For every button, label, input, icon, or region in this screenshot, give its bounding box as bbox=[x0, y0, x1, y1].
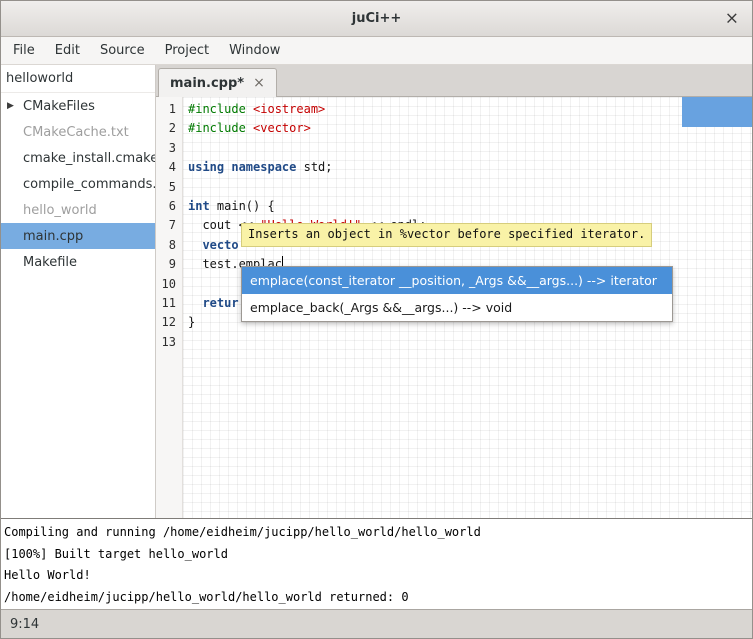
project-root-label[interactable]: helloworld bbox=[1, 65, 155, 93]
tree-item-main-cpp[interactable]: main.cpp bbox=[1, 223, 155, 249]
tree-item-label: main.cpp bbox=[23, 229, 83, 244]
menu-item-file[interactable]: File bbox=[3, 37, 45, 64]
output-line: /home/eidheim/jucipp/hello_world/hello_w… bbox=[4, 587, 752, 609]
expander-icon[interactable]: ▶ bbox=[7, 101, 14, 111]
code-line-5[interactable] bbox=[188, 178, 752, 197]
code-line-2[interactable]: #include <vector> bbox=[188, 119, 752, 138]
tree-item-makefile[interactable]: Makefile bbox=[1, 249, 155, 275]
code-segment: } bbox=[188, 315, 195, 329]
cursor-position: 9:14 bbox=[10, 617, 39, 632]
line-number: 9 bbox=[156, 255, 176, 274]
line-number-gutter: 12345678910111213 bbox=[156, 97, 183, 518]
editor-pane: main.cpp*× 12345678910111213 #include <i… bbox=[156, 65, 752, 518]
line-number: 6 bbox=[156, 197, 176, 216]
code-segment bbox=[246, 102, 253, 116]
code-segment: <iostream> bbox=[253, 102, 325, 116]
tree-item-hello-world[interactable]: hello_world bbox=[1, 197, 155, 223]
line-number: 2 bbox=[156, 119, 176, 138]
tree-item-label: cmake_install.cmake bbox=[23, 151, 155, 166]
code-segment bbox=[246, 121, 253, 135]
menu-item-source[interactable]: Source bbox=[90, 37, 155, 64]
code-segment: vecto bbox=[202, 238, 238, 252]
tree-item-label: CMakeFiles bbox=[23, 99, 95, 114]
completion-item[interactable]: emplace(const_iterator __position, _Args… bbox=[242, 267, 672, 294]
tree-item-compile-commands[interactable]: compile_commands. bbox=[1, 171, 155, 197]
code-line-4[interactable]: using namespace std; bbox=[188, 158, 752, 177]
menu-item-window[interactable]: Window bbox=[219, 37, 290, 64]
code-segment: #include bbox=[188, 102, 246, 116]
menu-bar: FileEditSourceProjectWindow bbox=[1, 37, 752, 65]
code-segment: retur bbox=[202, 296, 238, 310]
code-segment: int bbox=[188, 199, 210, 213]
title-bar[interactable]: juCi++ × bbox=[1, 1, 752, 37]
tree-item-cmakecache-txt[interactable]: CMakeCache.txt bbox=[1, 119, 155, 145]
output-line: Hello World! bbox=[4, 565, 752, 587]
code-segment bbox=[188, 238, 202, 252]
menu-item-project[interactable]: Project bbox=[155, 37, 219, 64]
code-line-3[interactable] bbox=[188, 139, 752, 158]
status-bar: 9:14 bbox=[1, 609, 752, 638]
completion-item[interactable]: emplace_back(_Args &&__args...) --> void bbox=[242, 294, 672, 321]
line-number: 5 bbox=[156, 178, 176, 197]
line-number: 13 bbox=[156, 333, 176, 352]
line-number: 1 bbox=[156, 100, 176, 119]
line-number: 8 bbox=[156, 236, 176, 255]
output-line: Compiling and running /home/eidheim/juci… bbox=[4, 522, 752, 544]
line-number: 12 bbox=[156, 313, 176, 332]
tree-item-cmakefiles[interactable]: ▶ CMakeFiles bbox=[1, 93, 155, 119]
tab-main-cpp[interactable]: main.cpp* × bbox=[158, 68, 277, 97]
doc-tooltip: Inserts an object in %vector before spec… bbox=[241, 223, 652, 247]
code-segment: std; bbox=[296, 160, 332, 174]
code-segment bbox=[188, 296, 202, 310]
tree-item-label: hello_world bbox=[23, 203, 97, 218]
line-number: 10 bbox=[156, 275, 176, 294]
code-segment: <vector> bbox=[253, 121, 311, 135]
tree-item-label: compile_commands. bbox=[23, 177, 155, 192]
file-sidebar: helloworld ▶ CMakeFiles CMakeCache.txt cmak… bbox=[1, 65, 156, 518]
window-title: juCi++ bbox=[352, 11, 402, 26]
line-number: 3 bbox=[156, 139, 176, 158]
app-window: juCi++ × FileEditSourceProjectWindow hel… bbox=[0, 0, 753, 639]
output-panel: Compiling and running /home/eidheim/juci… bbox=[1, 518, 752, 609]
tab-close-icon[interactable]: × bbox=[253, 76, 265, 90]
code-segment: using namespace bbox=[188, 160, 296, 174]
line-number: 7 bbox=[156, 216, 176, 235]
code-line-6[interactable]: int main() { bbox=[188, 197, 752, 216]
output-line: [100%] Built target hello_world bbox=[4, 544, 752, 566]
line-number: 4 bbox=[156, 158, 176, 177]
tab-bar: main.cpp* × bbox=[156, 65, 752, 97]
tab-label: main.cpp* bbox=[170, 76, 244, 91]
tree-item-label: Makefile bbox=[23, 255, 77, 270]
completion-popup: emplace(const_iterator __position, _Args… bbox=[241, 266, 673, 322]
code-segment: #include bbox=[188, 121, 246, 135]
tree-item-cmake-install-cmake[interactable]: cmake_install.cmake bbox=[1, 145, 155, 171]
menu-item-edit[interactable]: Edit bbox=[45, 37, 90, 64]
line-number: 11 bbox=[156, 294, 176, 313]
close-icon[interactable]: × bbox=[725, 10, 739, 27]
editor-area[interactable]: 12345678910111213 #include <iostream>#in… bbox=[156, 97, 752, 518]
tree-item-label: CMakeCache.txt bbox=[23, 125, 129, 140]
code-segment: main() { bbox=[210, 199, 275, 213]
file-tree: ▶ CMakeFiles CMakeCache.txt cmake_install.c… bbox=[1, 93, 155, 518]
scrollbar-thumb[interactable] bbox=[682, 97, 752, 127]
code-line-13[interactable] bbox=[188, 333, 752, 352]
code-line-1[interactable]: #include <iostream> bbox=[188, 100, 752, 119]
main-area: helloworld ▶ CMakeFiles CMakeCache.txt cmak… bbox=[1, 65, 752, 518]
